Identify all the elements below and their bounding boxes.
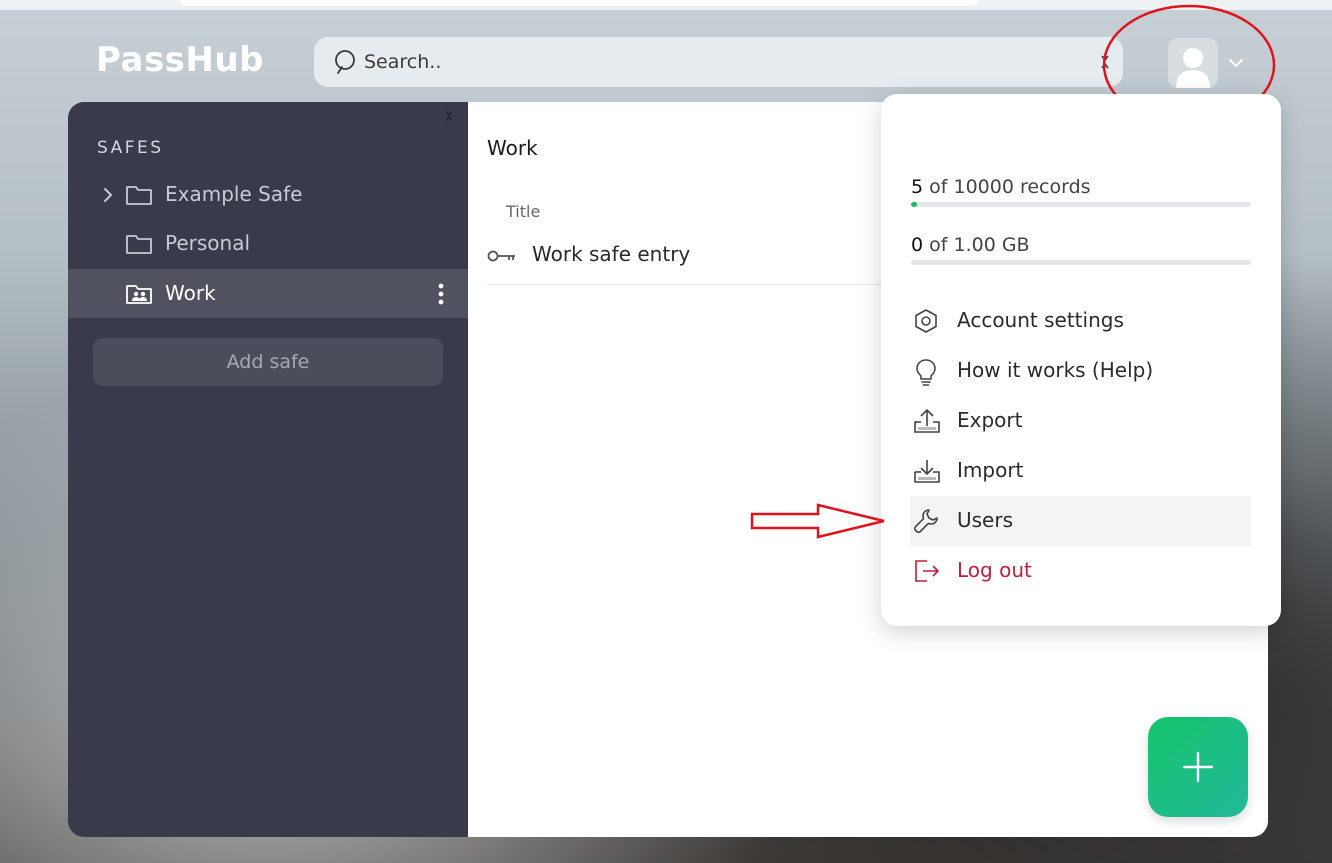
table-row[interactable]: Work safe entry <box>487 234 907 285</box>
folder-icon <box>126 235 152 254</box>
storage-used: 0 <box>911 234 924 256</box>
menu-item-label: Export <box>957 408 1023 432</box>
safe-title: Work <box>487 136 538 160</box>
annotation-arrow <box>750 503 885 539</box>
records-total: of 10000 records <box>923 176 1091 198</box>
plus-icon <box>1182 751 1214 783</box>
wrench-icon <box>913 509 938 534</box>
storage-usage-text: 0 of 1.00 GB <box>911 234 1030 256</box>
entry-title: Work safe entry <box>532 242 691 266</box>
add-safe-button[interactable]: Add safe <box>93 338 443 386</box>
records-progress-bar <box>911 202 1251 207</box>
menu-item-logout[interactable]: Log out <box>910 546 1251 596</box>
passhub-logo[interactable]: PassHub <box>96 40 264 80</box>
safe-label: Personal <box>165 231 251 255</box>
safes-heading: SAFES <box>97 138 164 158</box>
sidebar: SAFES Example Safe Personal Work Add saf… <box>68 102 468 837</box>
records-progress-fill <box>911 202 917 207</box>
more-options-icon[interactable] <box>438 282 444 306</box>
browser-address-bar[interactable] <box>180 0 978 6</box>
safe-item-personal[interactable]: Personal <box>68 219 468 268</box>
search-bar[interactable] <box>314 37 1123 87</box>
records-usage-text: 5 of 10000 records <box>911 176 1091 198</box>
chevron-right-icon[interactable] <box>102 186 114 204</box>
export-icon <box>914 409 940 433</box>
lightbulb-icon <box>916 359 936 386</box>
add-item-button[interactable] <box>1148 717 1248 817</box>
safe-label: Example Safe <box>165 182 303 206</box>
menu-item-help[interactable]: How it works (Help) <box>910 346 1251 396</box>
sidebar-grip-icon <box>445 110 453 122</box>
menu-item-label: Account settings <box>957 308 1124 332</box>
menu-item-export[interactable]: Export <box>910 396 1251 446</box>
menu-item-users[interactable]: Users <box>910 496 1251 546</box>
shared-folder-icon <box>126 285 152 304</box>
account-dropdown-menu: 5 of 10000 records 0 of 1.00 GB Account … <box>881 94 1281 626</box>
key-icon <box>487 250 515 262</box>
settings-hex-icon <box>915 309 937 333</box>
folder-icon <box>126 186 152 205</box>
records-used: 5 <box>911 176 924 198</box>
column-header-title[interactable]: Title <box>506 202 540 221</box>
logout-icon <box>915 560 939 582</box>
menu-item-label: Import <box>957 458 1024 482</box>
search-input[interactable] <box>364 51 1084 73</box>
menu-item-import[interactable]: Import <box>910 446 1251 496</box>
safe-label: Work <box>165 281 216 305</box>
storage-progress-bar <box>911 260 1251 265</box>
menu-item-label: Log out <box>957 558 1032 582</box>
safe-item-example-safe[interactable]: Example Safe <box>68 170 468 219</box>
search-icon <box>335 50 355 74</box>
import-icon <box>914 460 940 483</box>
menu-item-label: Users <box>957 508 1014 532</box>
safe-item-work[interactable]: Work <box>68 269 468 318</box>
storage-total: of 1.00 GB <box>923 234 1030 256</box>
menu-item-account-settings[interactable]: Account settings <box>910 296 1251 346</box>
menu-item-label: How it works (Help) <box>957 358 1154 382</box>
